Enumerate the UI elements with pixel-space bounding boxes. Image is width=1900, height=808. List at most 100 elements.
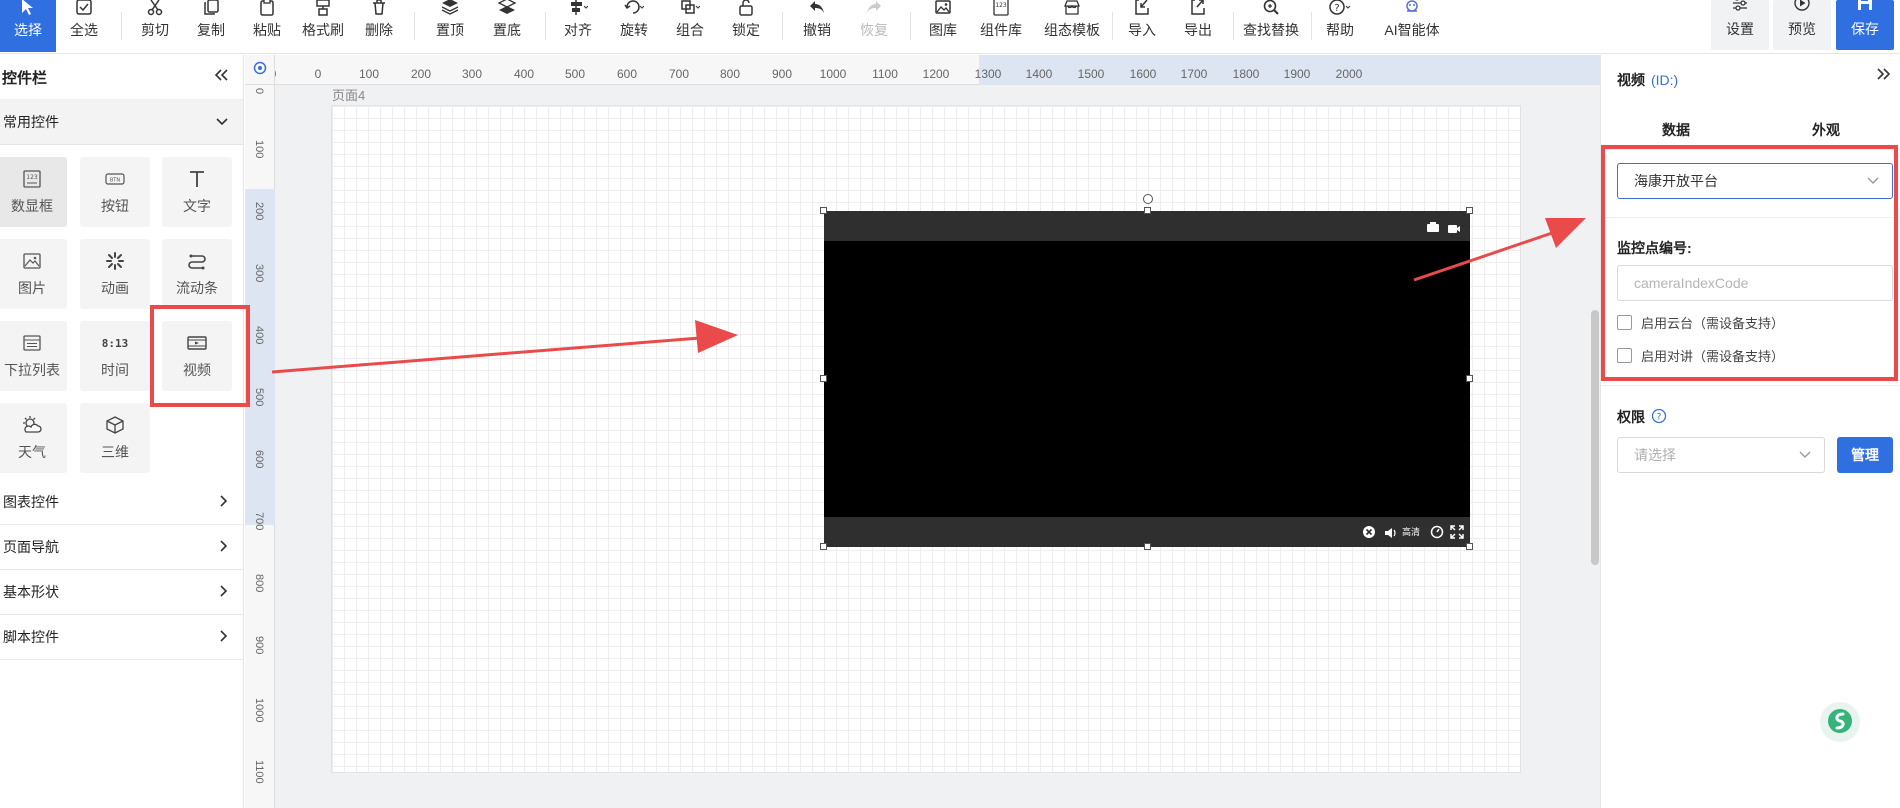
stop-icon[interactable] <box>1362 525 1376 542</box>
resize-handle-ne[interactable] <box>1466 207 1473 214</box>
group-icon <box>679 0 701 16</box>
tool-align[interactable]: 对齐 <box>550 0 606 52</box>
save-icon <box>1856 0 1874 15</box>
manage-button[interactable]: 管理 <box>1837 437 1893 473</box>
tool-bring-front[interactable]: 置顶 <box>422 0 478 52</box>
tool-redo[interactable]: 恢复 <box>846 0 902 52</box>
control-weather[interactable]: 天气 <box>0 403 67 473</box>
category-page-navigation[interactable]: 页面导航 <box>0 525 243 570</box>
chevron-right-icon <box>219 494 229 511</box>
collapse-right-icon[interactable] <box>1876 67 1892 84</box>
save-button[interactable]: 保存 <box>1836 0 1894 50</box>
platform-select[interactable]: 海康开放平台 <box>1617 163 1893 199</box>
tool-select-all[interactable]: 全选 <box>56 0 112 52</box>
tool-image-library[interactable]: 图库 <box>915 0 971 52</box>
tab-data[interactable]: 数据 <box>1601 110 1751 149</box>
tool-find-replace[interactable]: 查找替换 <box>1242 0 1300 52</box>
chevron-down-icon <box>1866 173 1880 189</box>
svg-text:123: 123 <box>995 2 1007 9</box>
control-animation[interactable]: 动画 <box>80 239 150 309</box>
tool-copy[interactable]: 复制 <box>183 0 239 52</box>
section-common-controls[interactable]: 常用控件 <box>0 100 243 145</box>
camera-code-input[interactable]: cameraIndexCode <box>1617 265 1893 301</box>
target-icon <box>253 61 267 78</box>
paste-icon <box>256 0 278 16</box>
resize-handle-sw[interactable] <box>820 543 827 550</box>
control-dropdown-list[interactable]: 下拉列表 <box>0 321 67 391</box>
tool-ai-agent[interactable]: AI智能体 <box>1380 0 1444 52</box>
question-icon[interactable]: ? <box>1651 408 1667 427</box>
control-number-display[interactable]: 123 数显框 <box>0 157 67 227</box>
resize-handle-n[interactable] <box>1144 207 1151 214</box>
tool-rotate[interactable]: 旋转 <box>606 0 662 52</box>
settings-button[interactable]: 设置 <box>1711 0 1769 50</box>
find-replace-icon <box>1260 0 1282 16</box>
ptz-checkbox-row[interactable]: 启用云台（需设备支持） <box>1617 313 1784 332</box>
control-time[interactable]: 8:13 时间 <box>80 321 150 391</box>
image-library-icon <box>932 0 954 16</box>
tool-send-back[interactable]: 置底 <box>479 0 535 52</box>
import-icon <box>1131 0 1153 16</box>
ai-agent-icon <box>1401 0 1423 16</box>
talk-checkbox[interactable] <box>1617 348 1632 363</box>
dropdown-list-icon <box>20 332 44 354</box>
design-page[interactable]: 高清 <box>331 105 1521 773</box>
tool-cut[interactable]: 剪切 <box>127 0 183 52</box>
resize-handle-nw[interactable] <box>820 207 827 214</box>
quality-label[interactable]: 高清 <box>1402 525 1420 538</box>
tool-delete[interactable]: 删除 <box>351 0 407 52</box>
tool-template[interactable]: 组态模板 <box>1044 0 1100 52</box>
category-script-controls[interactable]: 脚本控件 <box>0 615 243 660</box>
tool-paste[interactable]: 粘贴 <box>239 0 295 52</box>
control-panel: 控件栏 常用控件 123 数显框 BTN 按钮 文字 图片 动画 流动条 下拉列… <box>0 55 244 808</box>
chevron-right-icon <box>219 539 229 556</box>
component-library-icon: 123 <box>990 0 1012 16</box>
tool-select[interactable]: 选择 <box>0 0 56 52</box>
ptz-checkbox[interactable] <box>1617 315 1632 330</box>
resize-handle-s[interactable] <box>1144 543 1151 550</box>
collapse-left-icon[interactable] <box>213 68 229 86</box>
tab-appearance[interactable]: 外观 <box>1751 110 1900 149</box>
tool-export[interactable]: 导出 <box>1170 0 1226 52</box>
tool-lock[interactable]: 锁定 <box>718 0 774 52</box>
property-panel-title: 视频 (ID:) <box>1617 72 1679 88</box>
preview-button[interactable]: 预览 <box>1773 0 1831 50</box>
category-basic-shapes[interactable]: 基本形状 <box>0 570 243 615</box>
record-icon[interactable] <box>1447 221 1461 237</box>
tool-group[interactable]: 组合 <box>662 0 718 52</box>
svg-text:BTN: BTN <box>110 178 120 184</box>
fullscreen-icon[interactable] <box>1450 525 1464 542</box>
speed-icon[interactable] <box>1430 525 1444 542</box>
scissors-icon <box>144 0 166 16</box>
rotate-handle[interactable] <box>1143 194 1153 204</box>
format-brush-icon <box>312 0 334 16</box>
control-3d[interactable]: 三维 <box>80 403 150 473</box>
resize-handle-e[interactable] <box>1466 375 1473 382</box>
snapshot-icon[interactable] <box>1426 220 1440 236</box>
category-chart-controls[interactable]: 图表控件 <box>0 480 243 525</box>
control-button[interactable]: BTN 按钮 <box>80 157 150 227</box>
play-icon <box>1793 0 1811 15</box>
control-video[interactable]: 视频 <box>162 321 232 391</box>
volume-icon[interactable] <box>1384 526 1398 542</box>
resize-handle-w[interactable] <box>820 375 827 382</box>
tool-help[interactable]: ? 帮助 <box>1312 0 1368 52</box>
export-icon <box>1187 0 1209 16</box>
permission-select[interactable]: 请选择 <box>1617 437 1825 473</box>
chevron-right-icon <box>219 629 229 646</box>
resize-handle-se[interactable] <box>1466 543 1473 550</box>
control-image[interactable]: 图片 <box>0 239 67 309</box>
talk-checkbox-row[interactable]: 启用对讲（需设备支持） <box>1617 346 1784 365</box>
canvas-vertical-scrollbar[interactable] <box>1591 310 1599 565</box>
tool-import[interactable]: 导入 <box>1114 0 1170 52</box>
ruler-origin[interactable] <box>245 55 275 85</box>
tool-format-brush[interactable]: 格式刷 <box>295 0 351 52</box>
control-text[interactable]: 文字 <box>162 157 232 227</box>
video-component[interactable]: 高清 <box>824 211 1470 547</box>
tool-undo[interactable]: 撤销 <box>789 0 845 52</box>
tool-component-library[interactable]: 123 组件库 <box>973 0 1029 52</box>
control-flow-bar[interactable]: 流动条 <box>162 239 232 309</box>
svg-text:?: ? <box>1657 412 1662 422</box>
video-icon <box>185 332 209 354</box>
assistant-fab[interactable] <box>1820 702 1860 742</box>
